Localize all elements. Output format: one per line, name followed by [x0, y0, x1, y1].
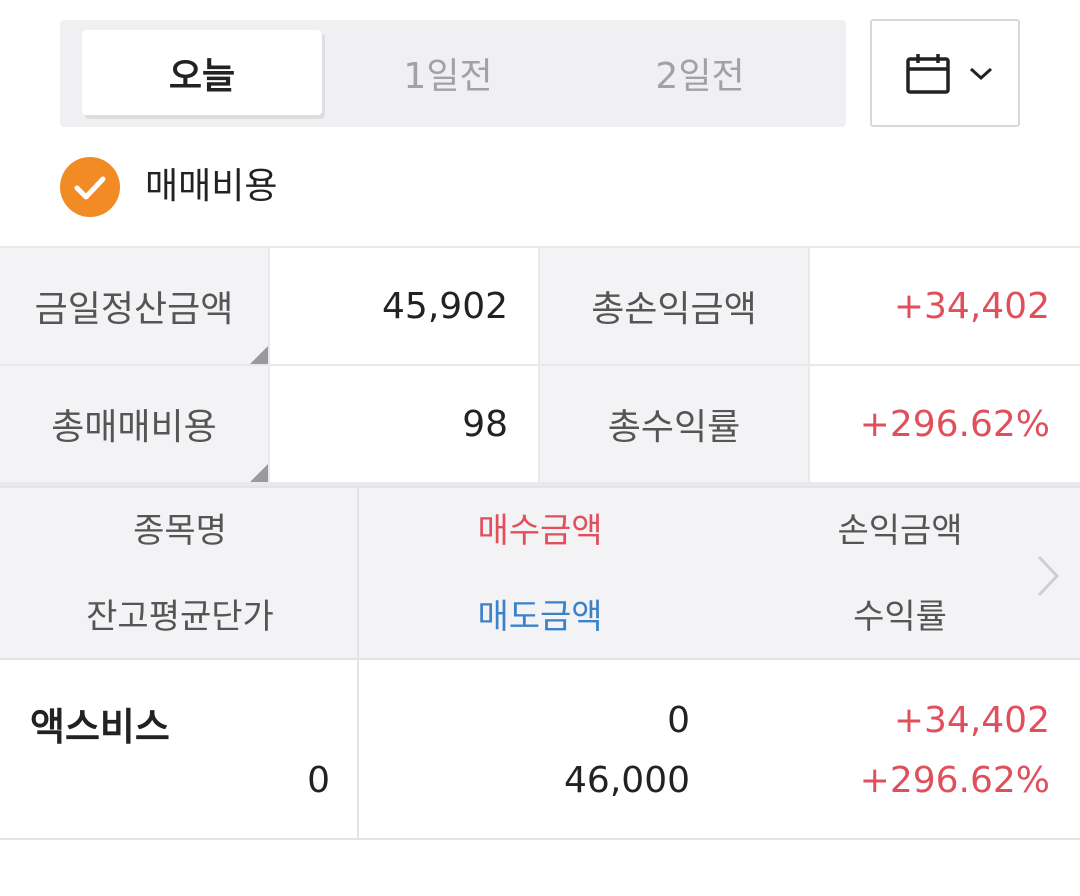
column-divider — [357, 488, 359, 660]
fee-checkbox[interactable] — [60, 157, 120, 217]
dropdown-corner-icon — [250, 346, 268, 364]
total-fee-value: 98 — [270, 366, 538, 482]
check-icon — [74, 176, 106, 200]
table-row[interactable]: 액스비스 0 0 46,000 +34,402 +296.62% — [0, 660, 1080, 840]
tab-today[interactable]: 오늘 — [82, 30, 322, 115]
chevron-right-icon[interactable] — [1036, 554, 1060, 598]
total-return-label: 총수익률 — [540, 366, 808, 482]
return-rate-value: +296.62% — [859, 760, 1050, 801]
total-return-value: +296.62% — [810, 366, 1080, 482]
tab-1-day-ago[interactable]: 1일전 — [328, 30, 568, 115]
col-avg-price: 잔고평균단가 — [86, 597, 274, 637]
col-return-rate: 수익률 — [853, 597, 947, 637]
col-name: 종목명 — [133, 511, 227, 551]
chevron-down-icon — [969, 67, 993, 81]
col-pl-amount: 손익금액 — [837, 511, 963, 551]
calendar-button[interactable] — [870, 19, 1020, 127]
pl-amount-value: +34,402 — [893, 700, 1050, 741]
list-header: 종목명 잔고평균단가 매수금액 매도금액 손익금액 수익률 — [0, 486, 1080, 660]
total-pl-label: 총손익금액 — [540, 248, 808, 364]
col-sell-amount: 매도금액 — [477, 597, 603, 637]
stock-name: 액스비스 — [30, 705, 170, 749]
calendar-icon — [906, 54, 950, 94]
tab-2-days-ago[interactable]: 2일전 — [580, 30, 820, 115]
total-fee-label[interactable]: 총매매비용 — [0, 366, 268, 482]
fee-checkbox-label[interactable]: 매매비용 — [145, 160, 277, 214]
settle-amount-value: 45,902 — [270, 248, 538, 364]
buy-amount-value: 0 — [667, 700, 690, 741]
column-divider — [357, 660, 359, 838]
col-buy-amount: 매수금액 — [477, 511, 603, 551]
settle-amount-label[interactable]: 금일정산금액 — [0, 248, 268, 364]
total-pl-value: +34,402 — [810, 248, 1080, 364]
sell-amount-value: 46,000 — [564, 760, 690, 801]
avg-price-value: 0 — [307, 760, 330, 801]
summary-grid: 금일정산금액 45,902 총손익금액 +34,402 총매매비용 98 총수익… — [0, 246, 1080, 486]
dropdown-corner-icon — [250, 464, 268, 482]
period-tabs: 오늘 1일전 2일전 — [60, 20, 846, 127]
